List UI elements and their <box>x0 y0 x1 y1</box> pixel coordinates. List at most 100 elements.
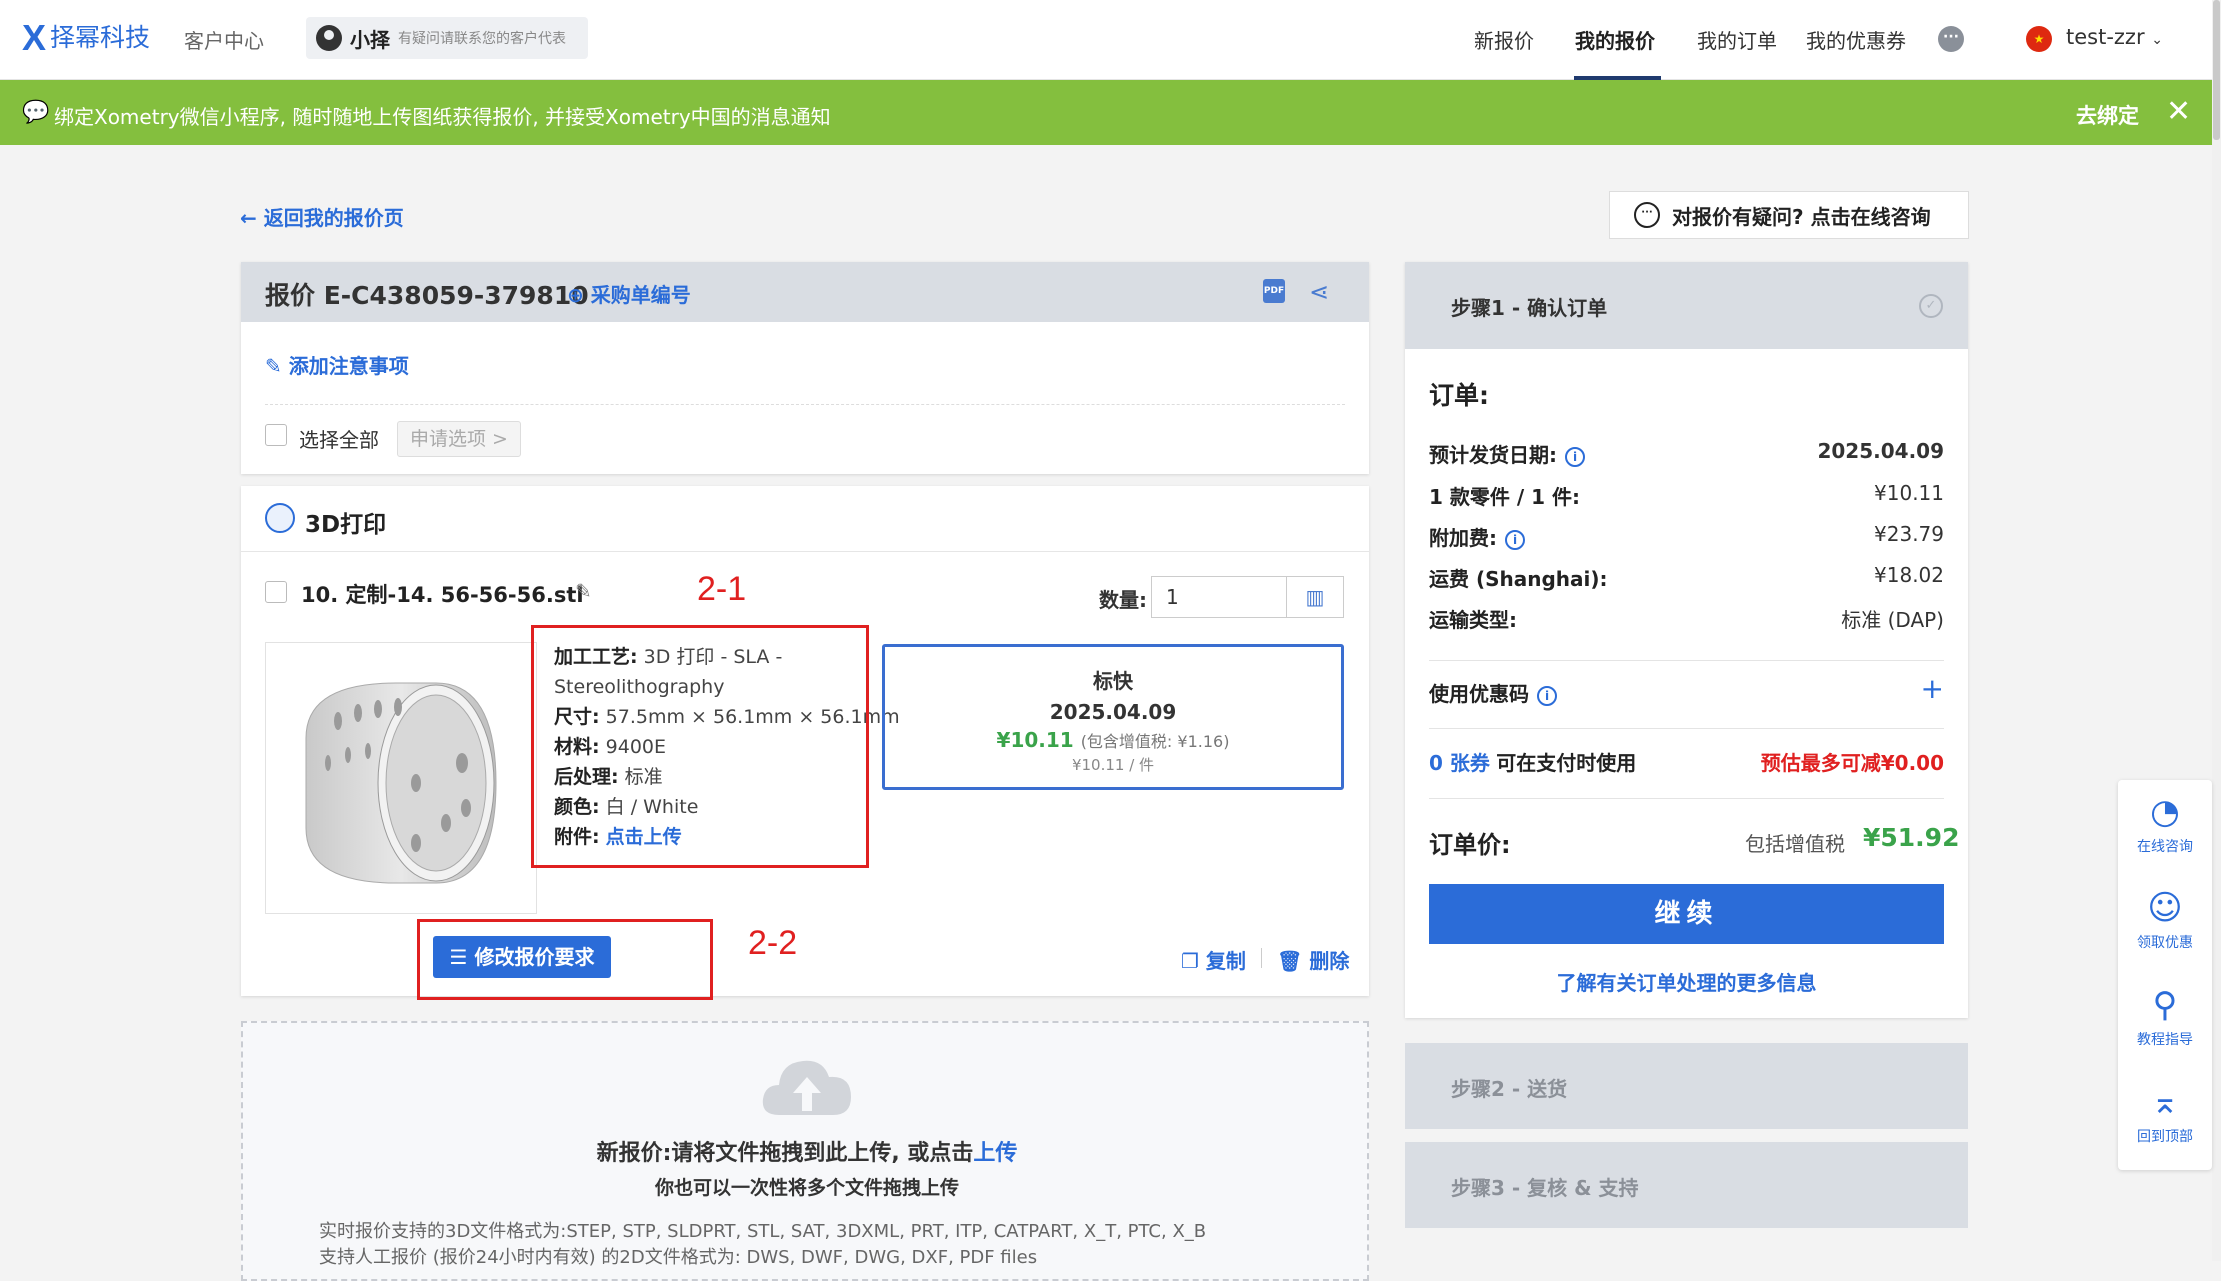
divider <box>1429 660 1944 661</box>
step1-title: 步骤1 - 确认订单 <box>1451 296 1608 320</box>
add-note-link[interactable]: ✎ 添加注意事项 <box>265 350 409 379</box>
consult-label: 对报价有疑问? 点击在线咨询 <box>1672 204 1931 229</box>
coupon-usable-text: 可在支付时使用 <box>1496 751 1637 775</box>
shipping-value: ¥18.02 <box>1874 563 1944 587</box>
shipping-type-label: 运输类型: <box>1429 608 1517 632</box>
wechat-banner: 💬 绑定Xometry微信小程序, 随时随地上传图纸获得报价, 并接受Xomet… <box>0 80 2212 145</box>
tool-back-to-top[interactable]: ⌅ 回到顶部 <box>2118 1082 2212 1146</box>
total-label: 订单价: <box>1429 831 1511 859</box>
lead-date: 2025.04.09 <box>1049 700 1177 724</box>
delete-label: 删除 <box>1309 949 1350 973</box>
coupon-count-link[interactable]: 0 张券 <box>1429 751 1490 775</box>
customer-center-link[interactable]: 客户中心 <box>184 25 264 54</box>
parts-value: ¥10.11 <box>1874 481 1944 505</box>
logo[interactable]: X 择幂科技 <box>22 20 150 56</box>
nav-my-orders[interactable]: 我的订单 <box>1697 25 1777 54</box>
step3-title: 步骤3 - 复核 & 支持 <box>1451 1176 1639 1200</box>
chat-icon: ··· <box>1634 202 1660 228</box>
upload-subtitle: 你也可以一次性将多个文件拖拽上传 <box>654 1177 959 1199</box>
coupon-estimate: 预估最多可减¥0.00 <box>1760 751 1944 775</box>
order-info-link[interactable]: 了解有关订单处理的更多信息 <box>1405 967 1968 996</box>
consult-button[interactable]: ··· 对报价有疑问? 点击在线咨询 <box>1609 191 1969 239</box>
select-all-checkbox[interactable] <box>265 424 287 446</box>
top-icon: ⌅ <box>2150 1082 2180 1122</box>
parts-label: 1 款零件 / 1 件: <box>1429 485 1580 509</box>
bind-button[interactable]: 去绑定 <box>2076 100 2139 130</box>
lead-time-option[interactable]: 标快 2025.04.09 ¥10.11 (包含增值税: ¥1.16) ¥10.… <box>882 644 1344 790</box>
user-name: test-zzr <box>2066 25 2145 49</box>
close-icon[interactable]: ✕ <box>2166 94 2191 129</box>
tool-label: 领取优惠 <box>2137 935 2193 951</box>
share-icon[interactable]: ⋖ <box>1309 278 1329 306</box>
nav-new-quote[interactable]: 新报价 <box>1474 25 1534 54</box>
rep-contact[interactable]: 小择 有疑问请联系您的客户代表 <box>306 17 588 59</box>
info-icon[interactable]: i <box>1505 529 1525 550</box>
chat-icon: ◔ <box>2150 792 2180 832</box>
cylinder-part-image <box>305 682 497 884</box>
upload-dropzone[interactable]: 新报价:请将文件拖拽到此上传, 或点击上传 你也可以一次性将多个文件拖拽上传 实… <box>241 1021 1369 1281</box>
po-label: 采购单编号 <box>590 283 691 307</box>
tool-label: 回到顶部 <box>2137 1129 2193 1145</box>
surcharge-value: ¥23.79 <box>1874 522 1944 546</box>
pdf-icon[interactable]: PDF <box>1263 279 1285 303</box>
quote-title: 报价 E-C438059-379810 <box>265 281 589 310</box>
order-panel: 步骤1 - 确认订单 ✓ 订单: 预计发货日期: i 2025.04.09 1 款零… <box>1405 262 1968 1018</box>
quantity-label: 数量: <box>1099 588 1147 612</box>
part-section-header: 3D打印 <box>241 486 1369 552</box>
rep-note: 有疑问请联系您的客户代表 <box>398 31 566 47</box>
add-coupon-icon[interactable]: + <box>1921 672 1944 705</box>
scrollbar-thumb[interactable] <box>2213 0 2220 140</box>
step2-header[interactable]: 步骤2 - 送货 <box>1405 1043 1968 1129</box>
step3-header[interactable]: 步骤3 - 复核 & 支持 <box>1405 1142 1968 1228</box>
back-to-quotes-link[interactable]: ← 返回我的报价页 <box>240 202 404 231</box>
step1-header[interactable]: 步骤1 - 确认订单 ✓ <box>1405 262 1968 349</box>
message-icon[interactable]: ··· <box>1938 26 1964 52</box>
wechat-icon: 💬 <box>22 100 50 125</box>
3d-print-icon <box>265 503 295 533</box>
upload-formats-note: 实时报价支持的3D文件格式为:STEP, STP, SLDPRT, STL, S… <box>319 1219 1206 1271</box>
china-flag-icon[interactable]: ★ <box>2026 26 2052 52</box>
part-checkbox[interactable] <box>265 581 287 603</box>
tool-get-coupon[interactable]: ☺ 领取优惠 <box>2118 888 2212 952</box>
row-shipping: 运费 (Shanghai): ¥18.02 <box>1429 563 1944 592</box>
logo-text: 择幂科技 <box>50 23 151 52</box>
tool-tutorial[interactable]: ⚲ 教程指导 <box>2118 985 2212 1049</box>
nav-my-quotes[interactable]: 我的报价 <box>1575 25 1655 54</box>
annotation-label-2-2: 2-2 <box>748 924 798 962</box>
banner-text: 绑定Xometry微信小程序, 随时随地上传图纸获得报价, 并接受Xometry… <box>54 105 831 129</box>
po-number-link[interactable]: ⊕ 采购单编号 <box>567 279 691 308</box>
select-all-label: 选择全部 <box>299 428 379 452</box>
scrollbar-track[interactable] <box>2212 0 2221 1261</box>
part-thumbnail[interactable] <box>265 642 537 914</box>
edit-icon: ✎ <box>265 354 282 378</box>
rep-name: 小择 <box>350 27 390 52</box>
chevron-down-icon: ⌄ <box>2151 32 2164 48</box>
upload-note-2d: 支持人工报价 (报价24小时内有效) 的2D文件格式为: DWS, DWF, D… <box>319 1247 1038 1268</box>
row-ship-date: 预计发货日期: i 2025.04.09 <box>1429 439 1944 468</box>
plus-circle-icon: ⊕ <box>567 283 584 307</box>
edit-icon[interactable]: ✎ <box>575 579 592 603</box>
copy-icon: ❐ <box>1181 949 1199 973</box>
user-menu[interactable]: test-zzr ⌄ <box>2066 25 2163 49</box>
upload-link[interactable]: 上传 <box>973 1141 1017 1166</box>
top-header: X 择幂科技 客户中心 小择 有疑问请联系您的客户代表 新报价 我的报价 我的订… <box>0 0 2221 80</box>
price-chart-icon[interactable]: ▥ <box>1286 576 1344 618</box>
logo-mark: X <box>22 17 47 58</box>
wechat-icon: ☺ <box>2147 888 2183 928</box>
annotation-box-2-1 <box>531 625 869 868</box>
annotation-label-2-1: 2-1 <box>697 570 747 608</box>
copy-button[interactable]: ❐ 复制 <box>1181 945 1246 974</box>
quantity-input[interactable]: 1 <box>1151 576 1286 618</box>
info-icon[interactable]: i <box>1537 685 1557 706</box>
part-name: 10. 定制-14. 56-56-56.stl <box>301 583 584 607</box>
apply-options-button[interactable]: 申请选项 > <box>397 421 521 457</box>
divider <box>1429 728 1944 729</box>
divider <box>1261 948 1262 968</box>
coupon-row[interactable]: 使用优惠码 i <box>1429 678 1944 707</box>
delete-button[interactable]: 🗑 删除 <box>1277 945 1349 974</box>
nav-my-coupons[interactable]: 我的优惠券 <box>1806 25 1906 54</box>
add-note-label: 添加注意事项 <box>288 354 409 378</box>
continue-button[interactable]: 继续 <box>1429 884 1944 944</box>
info-icon[interactable]: i <box>1565 446 1585 467</box>
tool-online-consult[interactable]: ◔ 在线咨询 <box>2118 792 2212 856</box>
